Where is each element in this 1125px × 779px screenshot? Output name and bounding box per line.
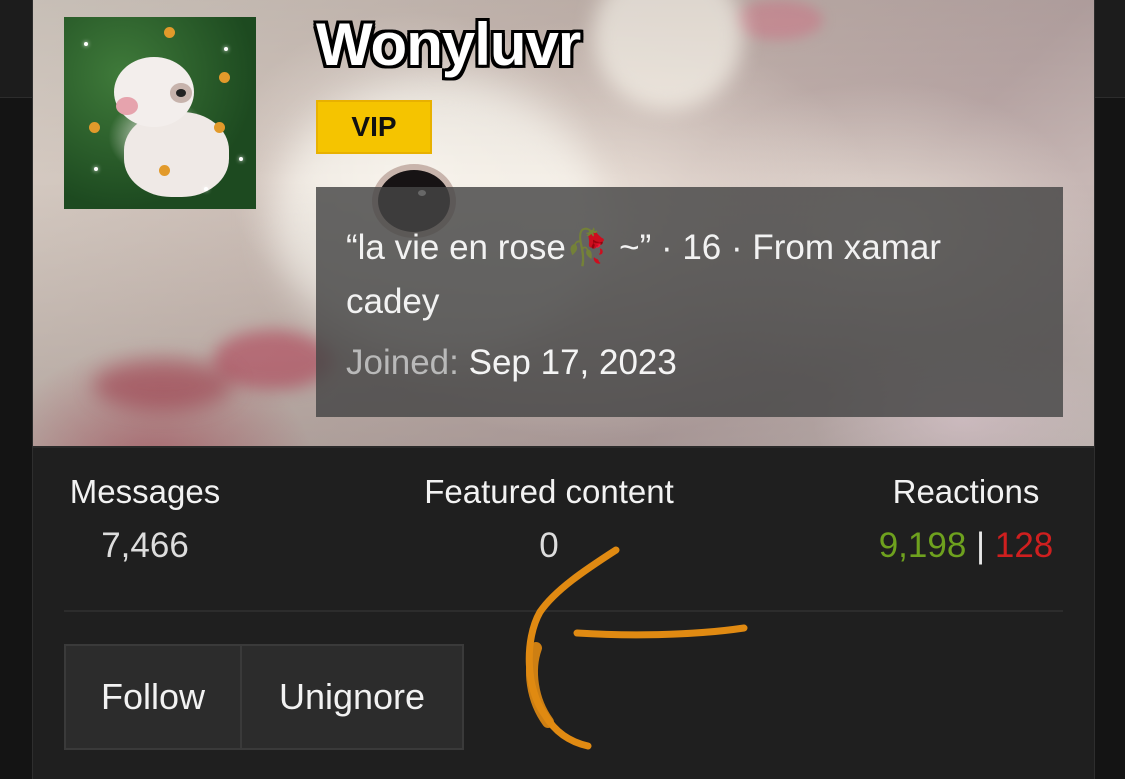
profile-card: Wonyluvr VIP “la vie en rose🥀 ~” · 16 · … xyxy=(32,0,1095,779)
profile-banner: Wonyluvr VIP “la vie en rose🥀 ~” · 16 · … xyxy=(33,0,1094,448)
unignore-button[interactable]: Unignore xyxy=(242,644,464,750)
reactions-positive: 9,198 xyxy=(878,526,967,565)
stats-divider xyxy=(64,610,1063,612)
joined-label: Joined: xyxy=(346,343,459,382)
stat-featured-content[interactable]: Featured content 0 xyxy=(409,470,689,578)
banner-divider xyxy=(33,446,1094,448)
stat-label: Messages xyxy=(69,473,221,510)
stat-label: Featured content xyxy=(424,473,674,510)
vip-badge: VIP xyxy=(316,100,432,154)
user-bio: “la vie en rose🥀 ~” · 16 · From xamar ca… xyxy=(346,221,1033,329)
bio-text: “la vie en rose xyxy=(346,228,566,267)
profile-info-box: “la vie en rose🥀 ~” · 16 · From xamar ca… xyxy=(316,187,1063,417)
reactions-negative: 128 xyxy=(994,526,1054,565)
reactions-separator: | xyxy=(976,526,986,565)
stat-messages[interactable]: Messages 7,466 xyxy=(63,470,227,578)
stat-reactions[interactable]: Reactions 9,198 | 128 xyxy=(863,470,1069,578)
stat-label: Reactions xyxy=(892,473,1040,510)
username: Wonyluvr xyxy=(316,11,581,78)
joined-value: Sep 17, 2023 xyxy=(468,343,677,382)
follow-button[interactable]: Follow xyxy=(64,644,242,750)
stat-value: 7,466 xyxy=(101,526,189,565)
avatar[interactable] xyxy=(64,17,256,209)
joined-date: Joined: Sep 17, 2023 xyxy=(346,339,1033,387)
profile-stats: Messages 7,466 Featured content 0 Reacti… xyxy=(33,470,1094,600)
stat-value: 9,198 | 128 xyxy=(863,514,1069,578)
wilted-rose-icon: 🥀 xyxy=(565,228,610,267)
stat-value: 0 xyxy=(539,526,559,565)
profile-actions: Follow Unignore xyxy=(64,644,464,750)
